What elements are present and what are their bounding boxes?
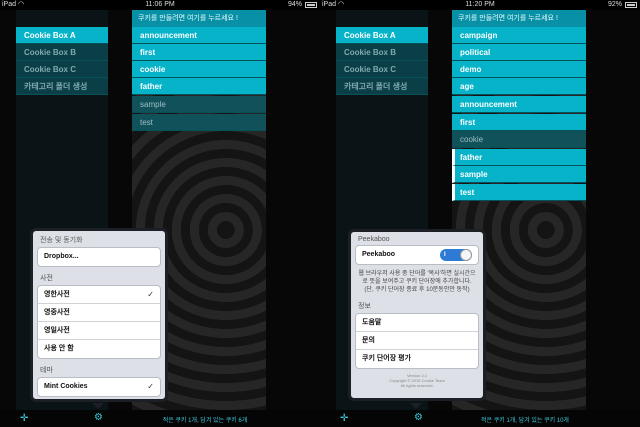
- list-item[interactable]: test: [452, 184, 586, 201]
- checkmark-icon: ✓: [147, 290, 154, 299]
- sidebar-item-cookie-box-c[interactable]: Cookie Box C: [16, 61, 108, 78]
- list-item[interactable]: father: [452, 149, 586, 166]
- list-item[interactable]: announcement: [452, 96, 586, 113]
- clock: 11:20 PM: [465, 1, 495, 8]
- left-screen: iPad ◠ 11:06 PM 94% 쿠키를 만들려면 여기를 누르세요 ! …: [0, 0, 320, 427]
- dictionary-group: 영한사전 ✓ 영중사전 영일사전 사용 안 함: [37, 285, 161, 359]
- status-bar: iPad ◠ 11:06 PM 94%: [0, 0, 320, 10]
- dictionary-section-header: 사전: [40, 275, 53, 282]
- theme-section-header: 테마: [40, 367, 53, 374]
- status-bar: iPad ◠ 11:20 PM 92%: [320, 0, 640, 10]
- sidebar-item-cookie-box-c[interactable]: Cookie Box C: [336, 61, 428, 78]
- info-group: 도움말 문의 쿠키 단어장 평가: [355, 313, 479, 369]
- option-label: Mint Cookies: [44, 383, 88, 390]
- plus-icon[interactable]: ✛: [340, 413, 348, 424]
- list-item[interactable]: announcement: [132, 27, 266, 44]
- plus-icon[interactable]: ✛: [20, 413, 28, 424]
- toggle-knob: [460, 249, 472, 261]
- rate-app-cell[interactable]: 쿠키 단어장 평가: [356, 350, 478, 368]
- battery-percent: 92%: [607, 1, 622, 8]
- peekaboo-label: Peekaboo: [362, 251, 396, 258]
- info-section-header: 정보: [358, 303, 371, 310]
- list-item[interactable]: sample: [132, 96, 266, 113]
- list-item[interactable]: campaign: [452, 27, 586, 44]
- option-label: 영한사전: [44, 291, 70, 298]
- clock: 11:06 PM: [145, 1, 175, 8]
- create-cookie-header[interactable]: 쿠키를 만들려면 여기를 누르세요 !: [452, 10, 586, 27]
- peekaboo-section-header: Peekaboo: [358, 236, 390, 243]
- create-cookie-header[interactable]: 쿠키를 만들려면 여기를 누르세요 !: [132, 10, 266, 27]
- list-item[interactable]: test: [132, 114, 266, 131]
- sync-section-header: 전송 및 동기화: [40, 237, 83, 244]
- sidebar-item-create-folder[interactable]: 카테고리 폴더 생성: [336, 78, 428, 95]
- sidebar-item-cookie-box-a[interactable]: Cookie Box A: [336, 27, 428, 44]
- sidebar-item-create-folder[interactable]: 카테고리 폴더 생성: [16, 78, 108, 95]
- bottom-toolbar: ✛ ⚙ 적은 쿠키 1개, 담겨 있는 쿠키 6개: [0, 410, 320, 427]
- list-item[interactable]: demo: [452, 61, 586, 78]
- theme-group: Mint Cookies ✓: [37, 377, 161, 397]
- settings-popover: 전송 및 동기화 Dropbox... 사전 영한사전 ✓ 영중사전 영일사전 사…: [30, 228, 168, 402]
- toggle-on-label: I: [444, 252, 446, 258]
- version-footer: Version 2.1 Copyright © 2010 Cookie Team…: [351, 371, 483, 388]
- battery-percent: 94%: [287, 1, 302, 8]
- theme-option-mint-cookies[interactable]: Mint Cookies ✓: [38, 378, 160, 396]
- rights-text: All rights reserved.: [400, 383, 434, 388]
- dictionary-option-en-ko[interactable]: 영한사전 ✓: [38, 286, 160, 304]
- peekaboo-description: 웹 브라우저 사용 중 단어를 '복사'하면 실시간으로 뜻을 보여주고 쿠키 …: [358, 271, 476, 293]
- gear-icon[interactable]: ⚙: [94, 412, 103, 423]
- list-item[interactable]: sample: [452, 166, 586, 183]
- battery-icon: [625, 2, 637, 8]
- popover-arrow: [410, 403, 422, 409]
- peekaboo-toggle[interactable]: I: [440, 249, 472, 261]
- list-item[interactable]: father: [132, 78, 266, 95]
- cookie-count: 적은 쿠키 1개, 담겨 있는 쿠키 10개: [481, 418, 569, 424]
- dictionary-option-en-ja[interactable]: 영일사전: [38, 322, 160, 340]
- sidebar-item-cookie-box-b[interactable]: Cookie Box B: [16, 44, 108, 61]
- settings-popover: Peekaboo Peekaboo I 웹 브라우저 사용 중 단어를 '복사'…: [348, 229, 486, 401]
- sidebar-item-cookie-box-b[interactable]: Cookie Box B: [336, 44, 428, 61]
- bottom-toolbar: ✛ ⚙ 적은 쿠키 1개, 담겨 있는 쿠키 10개: [320, 410, 640, 427]
- dropbox-cell[interactable]: Dropbox...: [38, 248, 160, 266]
- right-screen: iPad ◠ 11:20 PM 92% 쿠키를 만들려면 여기를 누르세요 ! …: [320, 0, 640, 427]
- popover-arrow: [92, 403, 104, 409]
- peekaboo-cell: Peekaboo I: [356, 246, 478, 264]
- gear-icon[interactable]: ⚙: [414, 412, 423, 423]
- list-item[interactable]: first: [132, 44, 266, 61]
- help-cell[interactable]: 도움말: [356, 314, 478, 332]
- sync-group: Dropbox...: [37, 247, 161, 267]
- dictionary-option-en-zh[interactable]: 영중사전: [38, 304, 160, 322]
- list-item[interactable]: political: [452, 44, 586, 61]
- list-item[interactable]: age: [452, 78, 586, 95]
- list-item[interactable]: cookie: [132, 61, 266, 78]
- checkmark-icon: ✓: [147, 382, 154, 391]
- peekaboo-group: Peekaboo I: [355, 245, 479, 265]
- dictionary-option-none[interactable]: 사용 안 함: [38, 340, 160, 358]
- battery-icon: [305, 2, 317, 8]
- list-item[interactable]: cookie: [452, 131, 586, 148]
- contact-cell[interactable]: 문의: [356, 332, 478, 350]
- cookie-count: 적은 쿠키 1개, 담겨 있는 쿠키 6개: [162, 418, 248, 424]
- list-item[interactable]: first: [452, 114, 586, 131]
- sidebar-item-cookie-box-a[interactable]: Cookie Box A: [16, 27, 108, 44]
